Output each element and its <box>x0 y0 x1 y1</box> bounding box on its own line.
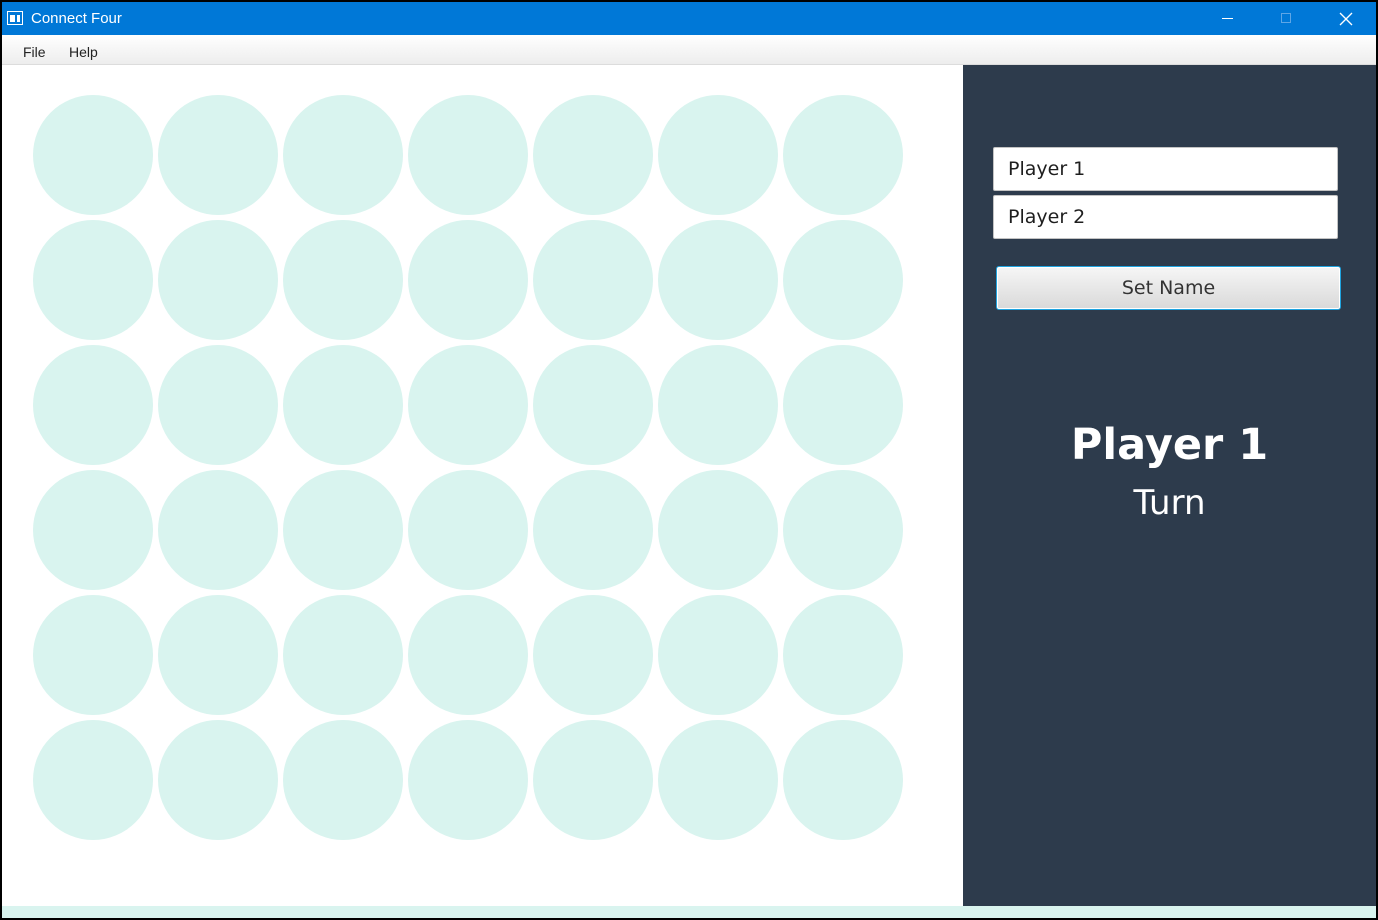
board-cell[interactable] <box>283 720 403 840</box>
set-name-button[interactable]: Set Name <box>996 266 1341 310</box>
close-icon <box>1339 12 1353 26</box>
player2-name-input[interactable] <box>993 195 1338 239</box>
minimize-button[interactable] <box>1198 2 1256 35</box>
turn-label: Turn <box>1133 483 1206 523</box>
board-cell[interactable] <box>533 470 653 590</box>
board-cell[interactable] <box>783 595 903 715</box>
board-cell[interactable] <box>783 345 903 465</box>
title-bar[interactable]: Connect Four <box>2 2 1376 35</box>
board-cell[interactable] <box>33 345 153 465</box>
board-cell[interactable] <box>408 345 528 465</box>
board-cell[interactable] <box>533 720 653 840</box>
board-cell[interactable] <box>658 720 778 840</box>
current-player-label: Player 1 <box>1070 420 1269 470</box>
board-cell[interactable] <box>408 595 528 715</box>
board-cell[interactable] <box>283 95 403 215</box>
board-cell[interactable] <box>158 220 278 340</box>
bottom-strip <box>2 906 1376 918</box>
board-cell[interactable] <box>158 470 278 590</box>
board-cell[interactable] <box>533 95 653 215</box>
board-cell[interactable] <box>408 220 528 340</box>
board-cell[interactable] <box>533 345 653 465</box>
board-cell[interactable] <box>33 595 153 715</box>
window-title: Connect Four <box>31 10 122 27</box>
board-cell[interactable] <box>283 470 403 590</box>
board-cell[interactable] <box>783 720 903 840</box>
board-cell[interactable] <box>158 595 278 715</box>
board-cell[interactable] <box>658 95 778 215</box>
board-cell[interactable] <box>658 220 778 340</box>
board-cell[interactable] <box>408 470 528 590</box>
board-cell[interactable] <box>783 470 903 590</box>
side-panel: Set Name Player 1 Turn <box>963 65 1376 906</box>
board-cell[interactable] <box>783 95 903 215</box>
game-board[interactable] <box>2 65 962 906</box>
app-window: Connect Four File Help Set Name Player 1… <box>2 2 1376 918</box>
board-cell[interactable] <box>658 595 778 715</box>
menu-help[interactable]: Help <box>69 44 98 60</box>
board-cell[interactable] <box>33 720 153 840</box>
board-cell[interactable] <box>283 345 403 465</box>
board-cell[interactable] <box>158 95 278 215</box>
board-cell[interactable] <box>533 595 653 715</box>
menu-bar: File Help <box>2 35 1376 65</box>
board-cell[interactable] <box>408 95 528 215</box>
board-cell[interactable] <box>283 220 403 340</box>
board-cell[interactable] <box>158 345 278 465</box>
window-icon <box>7 11 23 25</box>
menu-file[interactable]: File <box>23 44 46 60</box>
board-cell[interactable] <box>408 720 528 840</box>
board-cell[interactable] <box>658 345 778 465</box>
board-cell[interactable] <box>33 220 153 340</box>
board-cell[interactable] <box>283 595 403 715</box>
board-cell[interactable] <box>533 220 653 340</box>
board-cell[interactable] <box>33 470 153 590</box>
close-button[interactable] <box>1316 2 1374 35</box>
maximize-icon <box>1281 13 1291 23</box>
minimize-icon <box>1222 18 1233 19</box>
board-cell[interactable] <box>783 220 903 340</box>
board-cell[interactable] <box>33 95 153 215</box>
maximize-button[interactable] <box>1257 2 1315 35</box>
board-cell[interactable] <box>158 720 278 840</box>
player1-name-input[interactable] <box>993 147 1338 191</box>
board-cell[interactable] <box>658 470 778 590</box>
